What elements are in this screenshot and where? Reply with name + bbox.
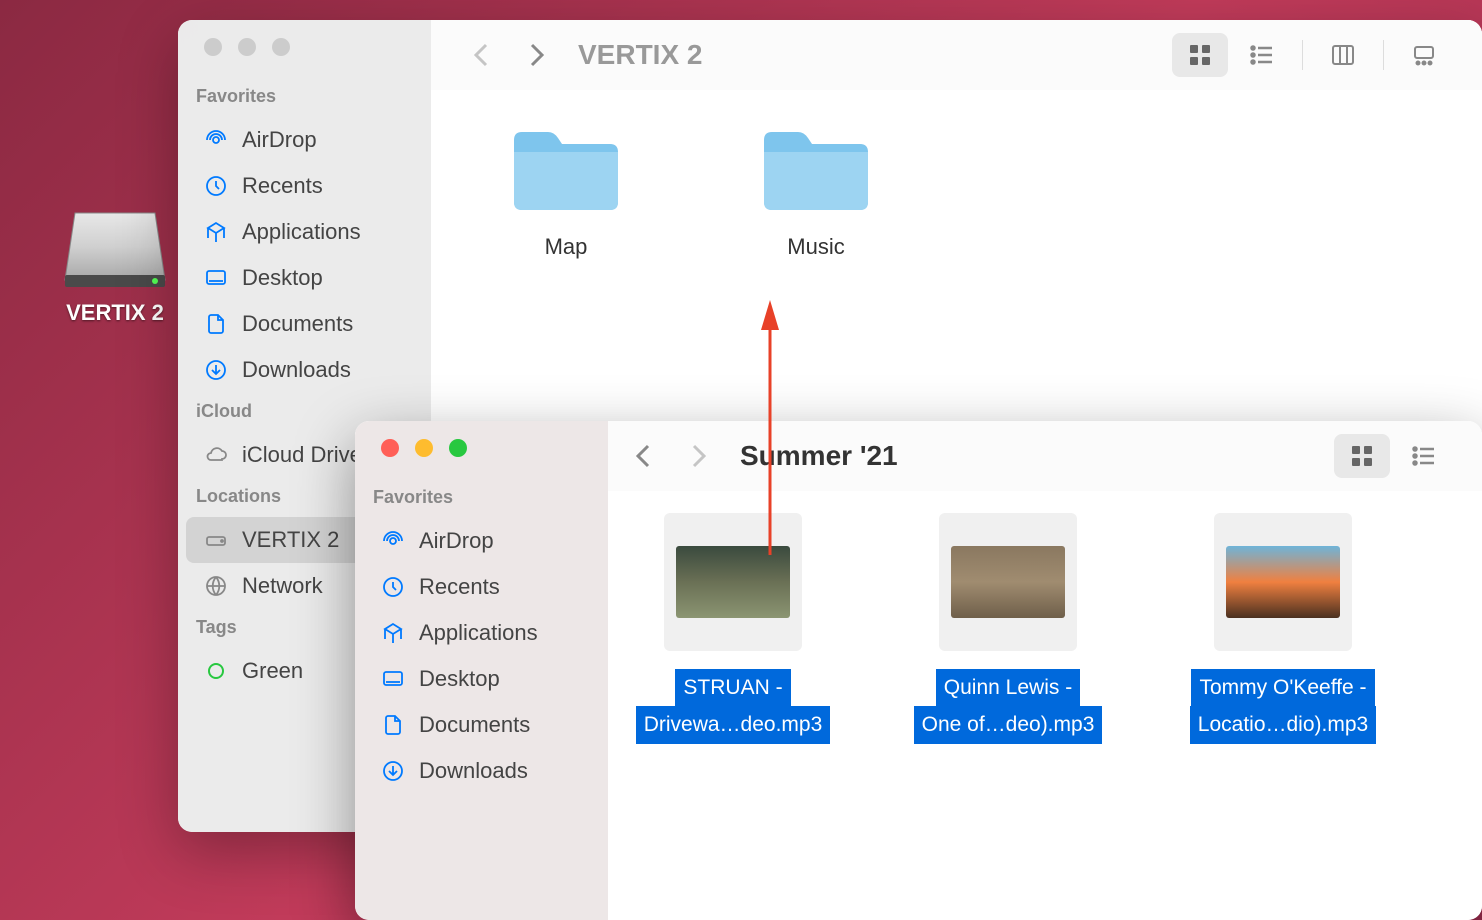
folder-label: Music <box>787 234 844 260</box>
sidebar-item-label: Recents <box>419 574 500 600</box>
file-label-line2: Drivewa…deo.mp3 <box>636 706 831 743</box>
sidebar-item-label: Desktop <box>242 265 323 291</box>
minimize-button[interactable] <box>415 439 433 457</box>
document-icon <box>381 713 405 737</box>
desktop-icon <box>381 667 405 691</box>
toolbar: Summer '21 <box>608 421 1482 491</box>
sidebar-item-label: Downloads <box>242 357 351 383</box>
sidebar-item-airdrop[interactable]: AirDrop <box>186 117 423 163</box>
toolbar: VERTIX 2 <box>431 20 1482 90</box>
sidebar-item-label: Green <box>242 658 303 684</box>
back-button[interactable] <box>628 440 660 472</box>
window-controls <box>355 439 608 479</box>
forward-button[interactable] <box>520 39 552 71</box>
clock-icon <box>381 575 405 599</box>
sidebar-item-label: Documents <box>242 311 353 337</box>
sidebar-section-favorites: Favorites <box>178 78 431 117</box>
sidebar-item-label: Downloads <box>419 758 528 784</box>
file-thumbnail <box>939 513 1077 651</box>
clock-icon <box>204 174 228 198</box>
icon-view-button[interactable] <box>1172 33 1228 77</box>
sidebar-item-label: iCloud Drive <box>242 442 362 468</box>
cloud-icon <box>204 443 228 467</box>
sidebar-item-airdrop[interactable]: AirDrop <box>363 518 600 564</box>
sidebar-item-label: Network <box>242 573 323 599</box>
view-mode-group <box>1172 33 1452 77</box>
file-struan[interactable]: STRUAN - Drivewa…deo.mp3 <box>628 513 838 744</box>
folder-icon <box>506 120 626 216</box>
file-label-line1: Tommy O'Keeffe - <box>1191 669 1374 706</box>
folder-label: Map <box>545 234 588 260</box>
forward-button[interactable] <box>682 440 714 472</box>
list-view-button[interactable] <box>1396 434 1452 478</box>
network-icon <box>204 574 228 598</box>
folder-content[interactable]: STRUAN - Drivewa…deo.mp3 Quinn Lewis - O… <box>608 491 1482 920</box>
desktop-drive-icon[interactable]: VERTIX 2 <box>55 205 175 326</box>
close-button[interactable] <box>381 439 399 457</box>
download-icon <box>381 759 405 783</box>
back-button[interactable] <box>466 39 498 71</box>
icon-view-button[interactable] <box>1334 434 1390 478</box>
minimize-button[interactable] <box>238 38 256 56</box>
window-title: VERTIX 2 <box>578 39 702 71</box>
desktop-icon <box>204 266 228 290</box>
sidebar-item-label: Applications <box>242 219 361 245</box>
file-label-line1: Quinn Lewis - <box>936 669 1080 706</box>
file-label-line2: One of…deo).mp3 <box>914 706 1103 743</box>
finder-window-summer: Favorites AirDrop Recents Applications D… <box>355 421 1482 920</box>
sidebar-item-recents[interactable]: Recents <box>186 163 423 209</box>
sidebar-item-applications[interactable]: Applications <box>186 209 423 255</box>
sidebar-item-documents[interactable]: Documents <box>363 702 600 748</box>
view-mode-group <box>1334 434 1452 478</box>
sidebar-item-label: AirDrop <box>419 528 494 554</box>
sidebar-item-label: Documents <box>419 712 530 738</box>
folder-music[interactable]: Music <box>741 120 891 260</box>
sidebar-item-recents[interactable]: Recents <box>363 564 600 610</box>
sidebar-item-documents[interactable]: Documents <box>186 301 423 347</box>
sidebar-item-label: AirDrop <box>242 127 317 153</box>
file-label-line2: Locatio…dio).mp3 <box>1190 706 1376 743</box>
annotation-arrow <box>755 300 785 560</box>
desktop-drive-label: VERTIX 2 <box>66 300 164 326</box>
close-button[interactable] <box>204 38 222 56</box>
main-content: Summer '21 STRUAN - Drivewa…deo.mp3 <box>608 421 1482 920</box>
sidebar-item-label: Applications <box>419 620 538 646</box>
column-view-button[interactable] <box>1315 33 1371 77</box>
sidebar-item-desktop[interactable]: Desktop <box>186 255 423 301</box>
file-quinn-lewis[interactable]: Quinn Lewis - One of…deo).mp3 <box>903 513 1113 744</box>
sidebar: Favorites AirDrop Recents Applications D… <box>355 421 608 920</box>
sidebar-item-desktop[interactable]: Desktop <box>363 656 600 702</box>
sidebar-item-label: Recents <box>242 173 323 199</box>
window-controls <box>178 38 431 78</box>
airdrop-icon <box>204 128 228 152</box>
sidebar-item-downloads[interactable]: Downloads <box>363 748 600 794</box>
sidebar-item-label: VERTIX 2 <box>242 527 339 553</box>
airdrop-icon <box>381 529 405 553</box>
sidebar-item-applications[interactable]: Applications <box>363 610 600 656</box>
document-icon <box>204 312 228 336</box>
maximize-button[interactable] <box>272 38 290 56</box>
folder-icon <box>756 120 876 216</box>
list-view-button[interactable] <box>1234 33 1290 77</box>
applications-icon <box>204 220 228 244</box>
maximize-button[interactable] <box>449 439 467 457</box>
file-tommy-okeeffe[interactable]: Tommy O'Keeffe - Locatio…dio).mp3 <box>1178 513 1388 744</box>
external-drive-icon <box>60 205 170 290</box>
sidebar-section-favorites: Favorites <box>355 479 608 518</box>
sidebar-item-label: Desktop <box>419 666 500 692</box>
drive-icon <box>204 528 228 552</box>
file-thumbnail <box>1214 513 1352 651</box>
applications-icon <box>381 621 405 645</box>
sidebar-item-downloads[interactable]: Downloads <box>186 347 423 393</box>
file-label-line1: STRUAN - <box>675 669 790 706</box>
folder-map[interactable]: Map <box>491 120 641 260</box>
download-icon <box>204 358 228 382</box>
gallery-view-button[interactable] <box>1396 33 1452 77</box>
tag-green-icon <box>204 659 228 683</box>
